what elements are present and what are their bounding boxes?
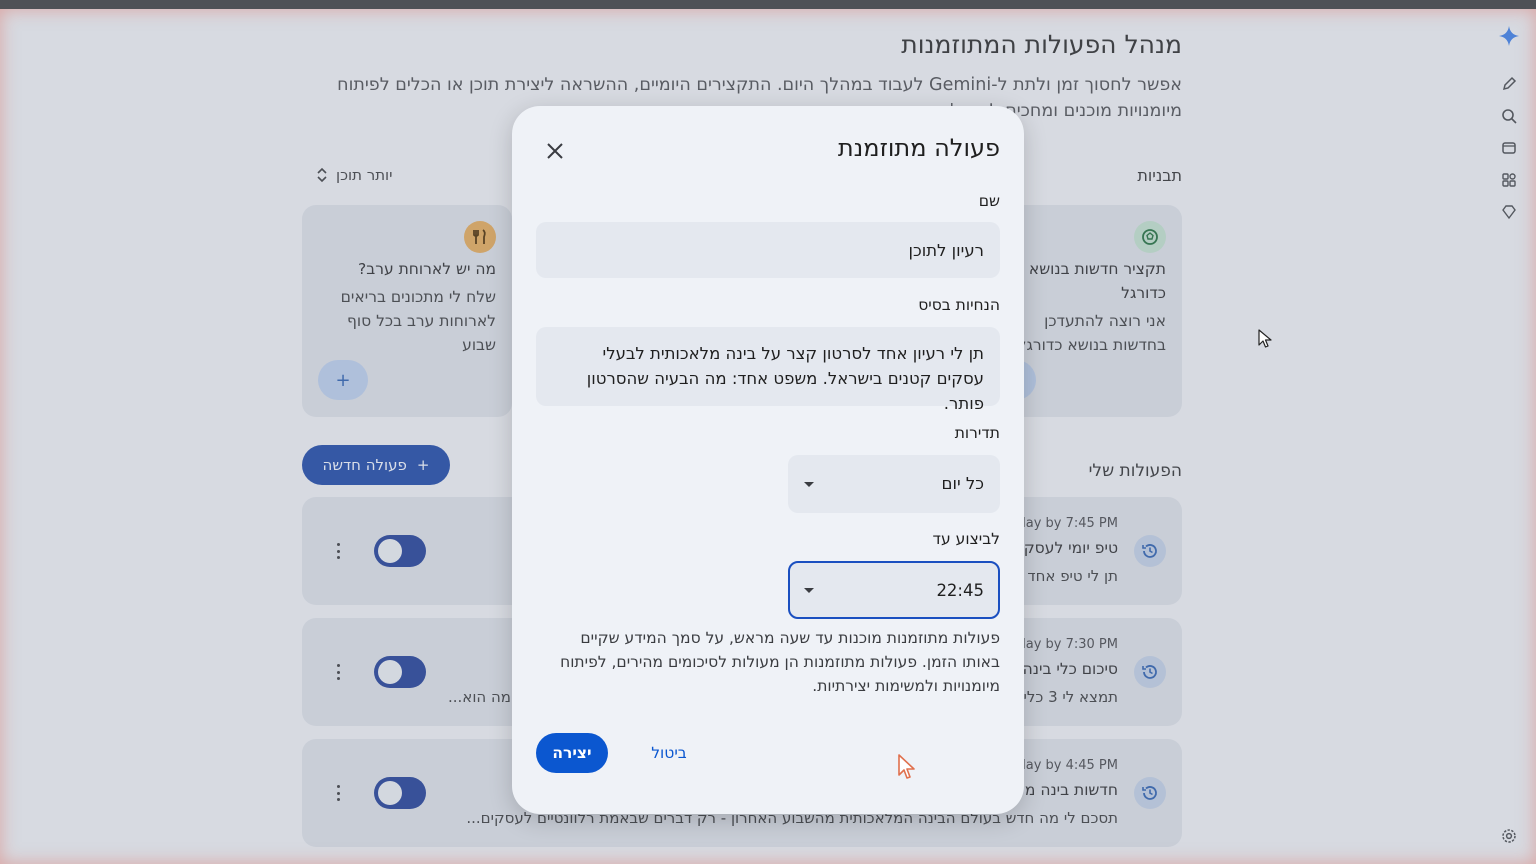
frequency-select[interactable]: כל יום	[788, 455, 1000, 513]
dropdown-arrow-icon	[804, 588, 814, 593]
mouse-cursor-icon	[897, 753, 919, 785]
instructions-value: תן לי רעיון אחד לסרטון קצר על בינה מלאכו…	[586, 344, 984, 413]
name-label: שם	[978, 192, 1000, 210]
name-value: רעיון לתוכן	[908, 241, 984, 260]
scheduled-action-dialog: פעולה מתוזמנת שם רעיון לתוכן הנחיות בסיס…	[512, 106, 1024, 814]
instructions-label: הנחיות בסיס	[918, 296, 1000, 314]
dropdown-arrow-icon	[804, 482, 814, 487]
instructions-textarea[interactable]: תן לי רעיון אחד לסרטון קצר על בינה מלאכו…	[536, 327, 1000, 413]
close-icon[interactable]	[542, 138, 568, 164]
deadline-label: לביצוע עד	[932, 530, 1000, 548]
mouse-cursor-icon	[1257, 328, 1273, 354]
cancel-button[interactable]: ביטול	[644, 733, 694, 773]
deadline-time-select[interactable]: 22:45	[788, 561, 1000, 619]
dialog-title: פעולה מתוזמנת	[837, 134, 1000, 162]
create-button[interactable]: יצירה	[536, 733, 608, 773]
deadline-value: 22:45	[936, 581, 984, 600]
name-input[interactable]: רעיון לתוכן	[536, 222, 1000, 278]
dialog-note: פעולות מתוזמנות מוכנות עד שעה מראש, על ס…	[560, 629, 1000, 695]
frequency-label: תדירות	[954, 424, 1000, 442]
frequency-value: כל יום	[941, 474, 984, 493]
